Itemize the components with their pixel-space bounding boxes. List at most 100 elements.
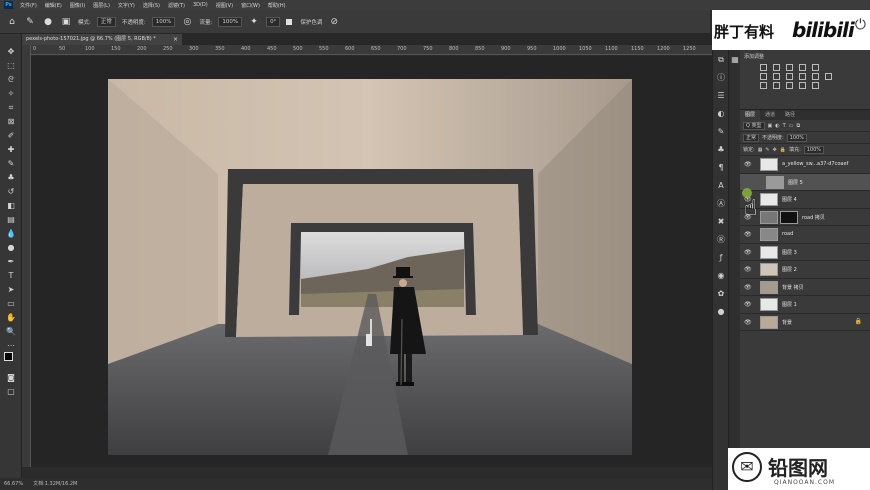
document-tab[interactable]: pexels-photo-157021.jpg @ 66.7% (图层 5, R… [22, 34, 182, 45]
menu-type[interactable]: 文字(Y) [118, 2, 135, 9]
document-canvas[interactable] [108, 79, 632, 455]
foreground-color-swatch[interactable] [4, 352, 13, 361]
menu-3d[interactable]: 3D(D) [193, 2, 208, 8]
history-brush-tool-icon[interactable]: ↺ [4, 186, 18, 198]
airbrush-icon[interactable]: ✦ [248, 16, 260, 28]
lock-transparent-icon[interactable]: ▦ [758, 147, 763, 153]
color-balance-adjust-icon[interactable] [773, 73, 780, 80]
eyedropper-tool-icon[interactable]: ✐ [4, 130, 18, 142]
plugin-flower-icon[interactable]: ✿ [715, 288, 727, 300]
layer-fill-field[interactable]: 100% [803, 145, 825, 154]
paragraph-panel-icon[interactable]: ¶ [715, 162, 727, 174]
layer-row-selected[interactable]: 图层 5 [740, 173, 870, 191]
filter-pixel-icon[interactable]: ▣ [768, 123, 773, 129]
opacity-field[interactable]: 100% [151, 16, 176, 27]
plugin-ra-icon[interactable]: Ⓡ [715, 234, 727, 246]
visibility-eye-icon[interactable]: 👁 [744, 249, 752, 256]
layer-row[interactable]: 👁 图层 2 [740, 261, 870, 279]
lock-pixels-icon[interactable]: ✎ [765, 147, 769, 153]
zoom-tool-icon[interactable]: 🔍 [4, 326, 18, 338]
flow-field[interactable]: 100% [218, 16, 243, 27]
visibility-eye-icon[interactable]: 👁 [744, 231, 752, 238]
close-tab-icon[interactable]: × [173, 34, 178, 45]
clone-stamp-tool-icon[interactable]: ✎ [24, 16, 36, 28]
history-panel-icon[interactable]: ⧉ [715, 54, 727, 66]
layer-row[interactable]: 👁 背景 🔒 [740, 314, 870, 331]
dodge-tool-icon[interactable]: ● [4, 242, 18, 254]
gradient-tool-icon[interactable]: ▤ [4, 214, 18, 226]
lasso-tool-icon[interactable]: ᘓ [4, 74, 18, 86]
character-panel-icon[interactable]: A [715, 180, 727, 192]
tab-layers[interactable]: 图层 [740, 110, 761, 120]
visibility-eye-icon[interactable]: 👁 [744, 319, 752, 326]
selective-color-adjust-icon[interactable] [812, 82, 819, 89]
filter-adjust-icon[interactable]: ◐ [775, 123, 779, 129]
threshold-adjust-icon[interactable] [786, 82, 793, 89]
plugin-color-icon[interactable]: ◉ [715, 270, 727, 282]
plugin-orange-icon[interactable]: ● [715, 306, 727, 318]
layer-kind-filter[interactable]: Q 类型 [743, 121, 765, 130]
clone-source-panel-icon[interactable]: ▣ [60, 16, 72, 28]
marquee-tool-icon[interactable]: ⬚ [4, 60, 18, 72]
tab-paths[interactable]: 路径 [780, 110, 800, 120]
clone-source-icon[interactable]: ♣ [715, 144, 727, 156]
eraser-tool-icon[interactable]: ◧ [4, 200, 18, 212]
document-size[interactable]: 文档:1.32M/16.2M [33, 478, 77, 490]
filter-smart-icon[interactable]: ⧉ [796, 123, 800, 129]
type-tool-icon[interactable]: T [4, 270, 18, 282]
vibrance-adjust-icon[interactable] [812, 64, 819, 71]
clone-stamp-tool-icon-2[interactable]: ♣ [4, 172, 18, 184]
more-tools-icon[interactable]: … [4, 338, 18, 350]
layer-row[interactable]: 👁 road 拷贝 [740, 209, 870, 226]
visibility-eye-icon[interactable]: 👁 [744, 161, 752, 168]
layer-mask-thumbnail[interactable] [780, 210, 798, 224]
canvas-workspace[interactable] [31, 56, 712, 467]
channel-mixer-adjust-icon[interactable] [812, 73, 819, 80]
curves-adjust-icon[interactable] [786, 64, 793, 71]
menu-image[interactable]: 图像(I) [70, 2, 85, 9]
glyphs-panel-icon[interactable]: Ⓐ [715, 198, 727, 210]
pressure-size-icon[interactable]: ⊘ [328, 16, 340, 28]
brush-tool-icon[interactable]: ✎ [4, 158, 18, 170]
bw-adjust-icon[interactable] [786, 73, 793, 80]
shape-tool-icon[interactable]: ▭ [4, 298, 18, 310]
menu-help[interactable]: 帮助(H) [268, 2, 286, 9]
brightness-adjust-icon[interactable] [760, 64, 767, 71]
layer-row[interactable]: 👁 图层 1 [740, 296, 870, 314]
layer-opacity-field[interactable]: 100% [786, 133, 807, 142]
levels-adjust-icon[interactable] [773, 64, 780, 71]
lock-all-icon[interactable]: 🔒 [780, 147, 786, 153]
quick-mask-icon[interactable]: ◙ [4, 372, 18, 384]
visibility-eye-icon[interactable]: 👁 [744, 266, 752, 273]
hue-adjust-icon[interactable] [760, 73, 767, 80]
blur-tool-icon[interactable]: 💧 [4, 228, 18, 240]
visibility-eye-icon[interactable]: 👁 [744, 284, 752, 291]
menu-window[interactable]: 窗口(W) [241, 2, 260, 9]
protect-tone-checkbox[interactable] [286, 18, 293, 25]
blend-mode-select[interactable]: 正常 [743, 133, 760, 142]
menu-layer[interactable]: 图层(L) [93, 2, 110, 9]
info-panel-icon[interactable]: ⓘ [715, 72, 727, 84]
home-icon[interactable]: ⌂ [6, 16, 18, 28]
angle-field[interactable]: 0° [266, 16, 281, 27]
plugin-ff-icon[interactable]: ƒ [715, 252, 727, 264]
brush-settings-icon[interactable]: ✎ [715, 126, 727, 138]
menu-filter[interactable]: 滤镜(T) [168, 2, 185, 9]
lock-position-icon[interactable]: ✥ [773, 147, 777, 153]
properties-panel-icon[interactable]: ☰ [715, 90, 727, 102]
healing-brush-tool-icon[interactable]: ✚ [4, 144, 18, 156]
pressure-opacity-icon[interactable]: ◎ [181, 16, 193, 28]
frame-tool-icon[interactable]: ⊠ [4, 116, 18, 128]
exposure-adjust-icon[interactable] [799, 64, 806, 71]
brush-preset-icon[interactable]: ● [42, 16, 54, 28]
hand-tool-icon[interactable]: ✋ [4, 312, 18, 324]
posterize-adjust-icon[interactable] [773, 82, 780, 89]
zoom-level[interactable]: 66.67% [4, 478, 23, 490]
gradient-map-adjust-icon[interactable] [799, 82, 806, 89]
invert-adjust-icon[interactable] [760, 82, 767, 89]
menu-file[interactable]: 文件(F) [20, 2, 37, 9]
layer-row[interactable]: 👁 图层 3 [740, 244, 870, 261]
pen-tool-icon[interactable]: ✒ [4, 256, 18, 268]
path-select-tool-icon[interactable]: ➤ [4, 284, 18, 296]
tab-channels[interactable]: 通道 [760, 110, 780, 120]
